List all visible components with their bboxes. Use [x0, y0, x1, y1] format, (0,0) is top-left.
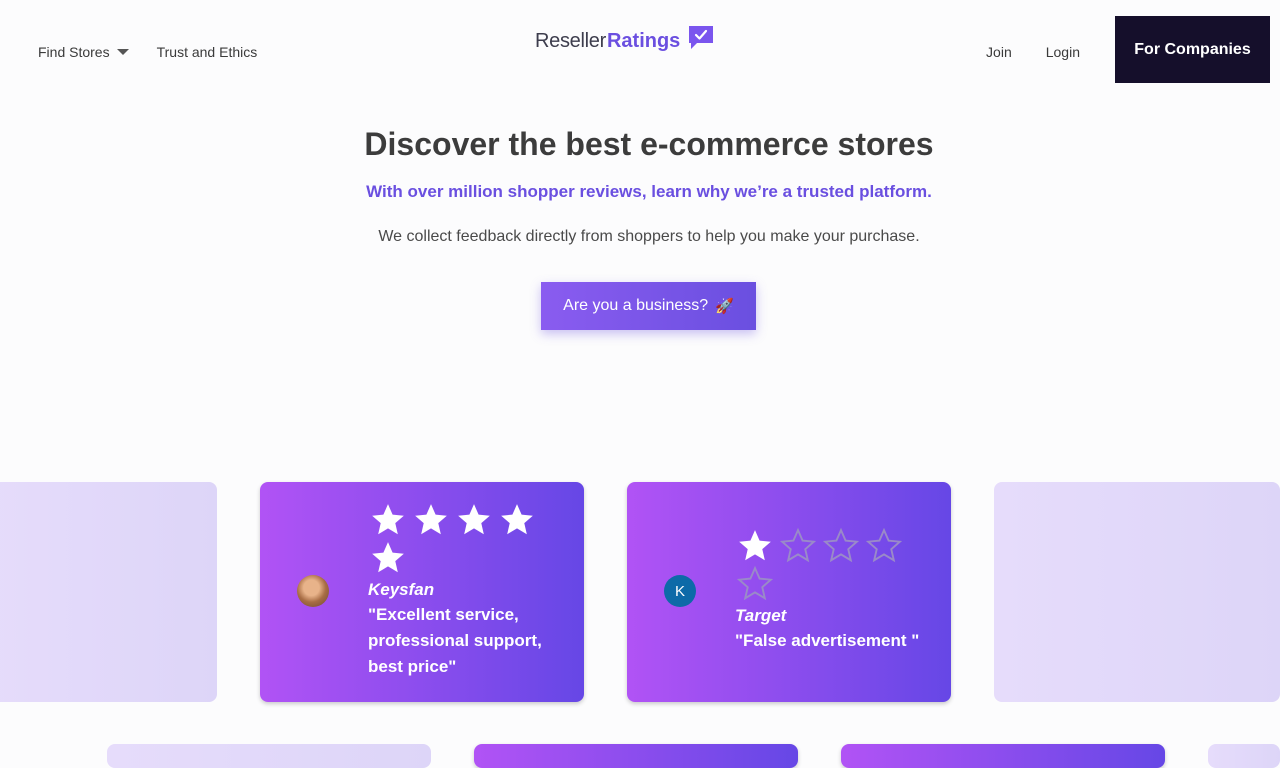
star-filled-icon	[372, 504, 404, 535]
star-filled-icon	[458, 504, 490, 535]
logo[interactable]: Reseller Ratings	[535, 26, 714, 54]
chat-check-icon	[689, 26, 714, 49]
chevron-down-icon	[116, 49, 129, 55]
site-header: Find Stores Trust and Ethics Reseller Ra…	[0, 0, 1280, 100]
find-stores-label: Find Stores	[38, 44, 110, 60]
review-quote: "False advertisement "	[735, 631, 920, 650]
hero-title: Discover the best e-commerce stores	[364, 126, 934, 162]
reviewer-name: Target	[735, 606, 787, 625]
review-card[interactable]: K Target "False advertisement "	[627, 482, 951, 702]
hero-description: We collect feedback directly from shoppe…	[378, 228, 920, 245]
star-rating	[735, 527, 915, 603]
review-quote: "Excellent service, professional support…	[368, 605, 542, 676]
reviewer-name: Keysfan	[368, 580, 435, 599]
star-rating	[368, 501, 548, 577]
star-filled-icon	[739, 530, 771, 561]
nav-left: Find Stores Trust and Ethics	[38, 44, 257, 60]
login-link[interactable]: Login	[1046, 44, 1080, 60]
nav-right: Join Login	[986, 44, 1080, 60]
join-link[interactable]: Join	[986, 44, 1012, 60]
trust-ethics-link[interactable]: Trust and Ethics	[157, 44, 258, 60]
logo-text-reseller: Reseller	[535, 29, 606, 52]
for-companies-button[interactable]: For Companies	[1115, 16, 1270, 83]
star-outline-icon	[822, 527, 860, 563]
star-outline-icon	[736, 565, 774, 601]
find-stores-dropdown[interactable]: Find Stores	[38, 44, 129, 60]
star-outline-icon	[779, 527, 817, 563]
review-card-placeholder	[0, 482, 217, 702]
star-filled-icon	[372, 542, 404, 573]
star-outline-icon	[865, 527, 903, 563]
hero-subtitle: With over million shopper reviews, learn…	[366, 182, 932, 201]
review-card[interactable]	[841, 744, 1165, 768]
star-filled-icon	[415, 504, 447, 535]
avatar	[297, 575, 329, 607]
logo-text-ratings: Ratings	[606, 29, 681, 52]
review-card-placeholder	[994, 482, 1280, 702]
star-filled-icon	[501, 504, 533, 535]
are-you-business-button[interactable]: Are you a business? 🚀	[541, 282, 756, 330]
review-card-placeholder	[107, 744, 431, 768]
review-card[interactable]: Keysfan "Excellent service, professional…	[260, 482, 584, 702]
review-card[interactable]	[474, 744, 798, 768]
rocket-icon: 🚀	[715, 298, 734, 315]
business-button-label: Are you a business?	[563, 297, 709, 314]
review-card-placeholder	[1208, 744, 1280, 768]
avatar: K	[664, 575, 696, 607]
